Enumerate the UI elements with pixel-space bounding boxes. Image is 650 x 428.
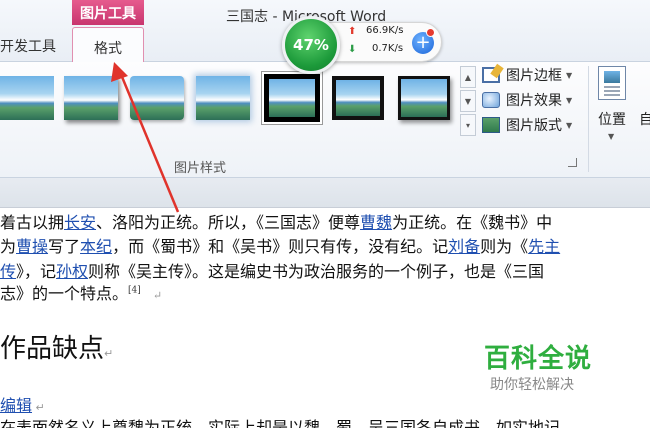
- tab-developer[interactable]: 开发工具: [0, 36, 56, 56]
- gallery-more-icon[interactable]: ▾: [460, 114, 476, 136]
- chevron-down-icon: ▼: [566, 120, 573, 130]
- picture-style-option[interactable]: [64, 76, 118, 120]
- gallery-scroll-down-icon[interactable]: ▼: [460, 90, 476, 112]
- position-label[interactable]: 位置: [598, 109, 626, 129]
- picture-style-option[interactable]: [332, 76, 384, 120]
- ribbon-group-label: 图片样式: [174, 161, 227, 176]
- hyperlink[interactable]: 刘备: [448, 237, 480, 256]
- gallery-scroll: ▲ ▼ ▾: [460, 66, 476, 138]
- upload-arrow-icon: ⬆: [348, 26, 357, 37]
- picture-layout-icon: [482, 117, 500, 133]
- hyperlink[interactable]: 本纪: [80, 237, 112, 256]
- paragraph-text: 》，记: [16, 262, 57, 281]
- ruler-bar: [0, 178, 650, 208]
- download-speed: 0.7K/s: [372, 43, 404, 54]
- document-body[interactable]: 着古以拥长安、洛阳为正统。所以，《三国志》便尊曹魏为正统。在《魏书》中 为曹操写…: [0, 208, 650, 428]
- paragraph-mark-icon: ↵: [32, 401, 45, 414]
- hyperlink[interactable]: 传: [0, 262, 16, 281]
- picture-layout-button[interactable]: 图片版式 ▼: [482, 114, 592, 136]
- picture-style-option-selected[interactable]: [264, 74, 320, 122]
- footnote-marker[interactable]: [4]: [128, 286, 141, 296]
- chevron-down-icon: ▼: [566, 70, 573, 80]
- position-icon[interactable]: [598, 66, 626, 100]
- picture-tools-context-label: 图片工具: [72, 0, 144, 25]
- group-divider: [588, 66, 589, 172]
- edit-link[interactable]: 编辑 ↵: [0, 392, 45, 416]
- section-heading: 作品缺点↵: [0, 328, 113, 365]
- paragraph-line: 在表面然名义上尊魏为正统，实际上却是以魏、蜀、吴三国各自成书，如实地记: [0, 418, 561, 428]
- edit-link-text[interactable]: 编辑: [0, 396, 32, 415]
- paragraph-text: 为正统。在《魏书》中: [392, 213, 553, 232]
- picture-layout-label: 图片版式: [506, 118, 562, 134]
- paragraph-text: 写了: [48, 237, 81, 256]
- paragraph-text: 、洛阳为正统。所以，《三国志》便尊: [96, 213, 361, 232]
- paragraph-text: 志》的一个特点。: [0, 284, 129, 303]
- watermark-logo-text: 百科全说: [484, 344, 593, 374]
- picture-style-option[interactable]: [196, 76, 250, 120]
- paragraph-text: 则称《吴主传》。这是编史书为政治服务的一个例子，也是《三国: [88, 262, 545, 281]
- paragraph-mark-icon: ↵: [104, 347, 114, 360]
- section-heading-text: 作品缺点: [0, 334, 105, 364]
- gallery-scroll-up-icon[interactable]: ▲: [460, 66, 476, 88]
- download-arrow-icon: ⬇: [348, 44, 357, 55]
- network-speed-widget[interactable]: 47% ⬆ 66.9K/s ⬇ 0.7K/s +: [282, 16, 442, 74]
- picture-effects-icon: [482, 92, 500, 108]
- picture-style-option[interactable]: [130, 76, 184, 120]
- upload-speed: 66.9K/s: [366, 25, 404, 36]
- chevron-down-icon: ▼: [566, 95, 573, 105]
- paragraph-text: 为: [0, 237, 17, 256]
- picture-effects-button[interactable]: 图片效果 ▼: [482, 89, 592, 111]
- chevron-down-icon[interactable]: ▼: [608, 132, 614, 141]
- paragraph-text: 着古以拥: [0, 213, 65, 232]
- picture-effects-label: 图片效果: [506, 93, 562, 109]
- dialog-launcher-icon[interactable]: [568, 158, 577, 167]
- ribbon-panel: ▲ ▼ ▾ 图片边框 ▼ 图片效果 ▼ 图片版式 ▼ 位置 ▼ 自 图片样式: [0, 62, 650, 178]
- hyperlink[interactable]: 曹魏: [360, 213, 392, 232]
- watermark-slogan: 助你轻松解决: [490, 377, 574, 393]
- paragraph-mark-icon: ↵: [145, 289, 163, 302]
- picture-style-option[interactable]: [0, 76, 54, 120]
- hyperlink[interactable]: 先主: [528, 237, 560, 256]
- picture-style-gallery: [0, 66, 460, 132]
- wrap-text-label[interactable]: 自: [639, 109, 650, 129]
- picture-border-label: 图片边框: [506, 68, 562, 84]
- hyperlink[interactable]: 曹操: [16, 237, 48, 256]
- hyperlink[interactable]: 孙权: [56, 262, 88, 281]
- paragraph-text: ，而《蜀书》和《吴书》则只有传，没有纪。记: [112, 237, 449, 256]
- notification-dot: [426, 28, 435, 37]
- picture-border-button[interactable]: 图片边框 ▼: [482, 64, 592, 86]
- paragraph-text: 则为《: [480, 237, 529, 256]
- picture-border-icon: [482, 67, 500, 83]
- paragraph-line: 着古以拥长安、洛阳为正统。所以，《三国志》便尊曹魏为正统。在《魏书》中: [0, 209, 552, 233]
- tab-format[interactable]: 格式: [72, 27, 144, 63]
- paragraph-line: 为曹操写了本纪，而《蜀书》和《吴书》则只有传，没有纪。记刘备则为《先主: [0, 233, 560, 257]
- paragraph-line: 传》，记孙权则称《吴主传》。这是编史书为政治服务的一个例子，也是《三国: [0, 258, 544, 282]
- hyperlink[interactable]: 长安: [64, 213, 96, 232]
- paragraph-line: 志》的一个特点。[4] ↵: [0, 280, 162, 304]
- picture-style-option[interactable]: [398, 76, 450, 120]
- memory-usage-badge[interactable]: 47%: [282, 16, 340, 74]
